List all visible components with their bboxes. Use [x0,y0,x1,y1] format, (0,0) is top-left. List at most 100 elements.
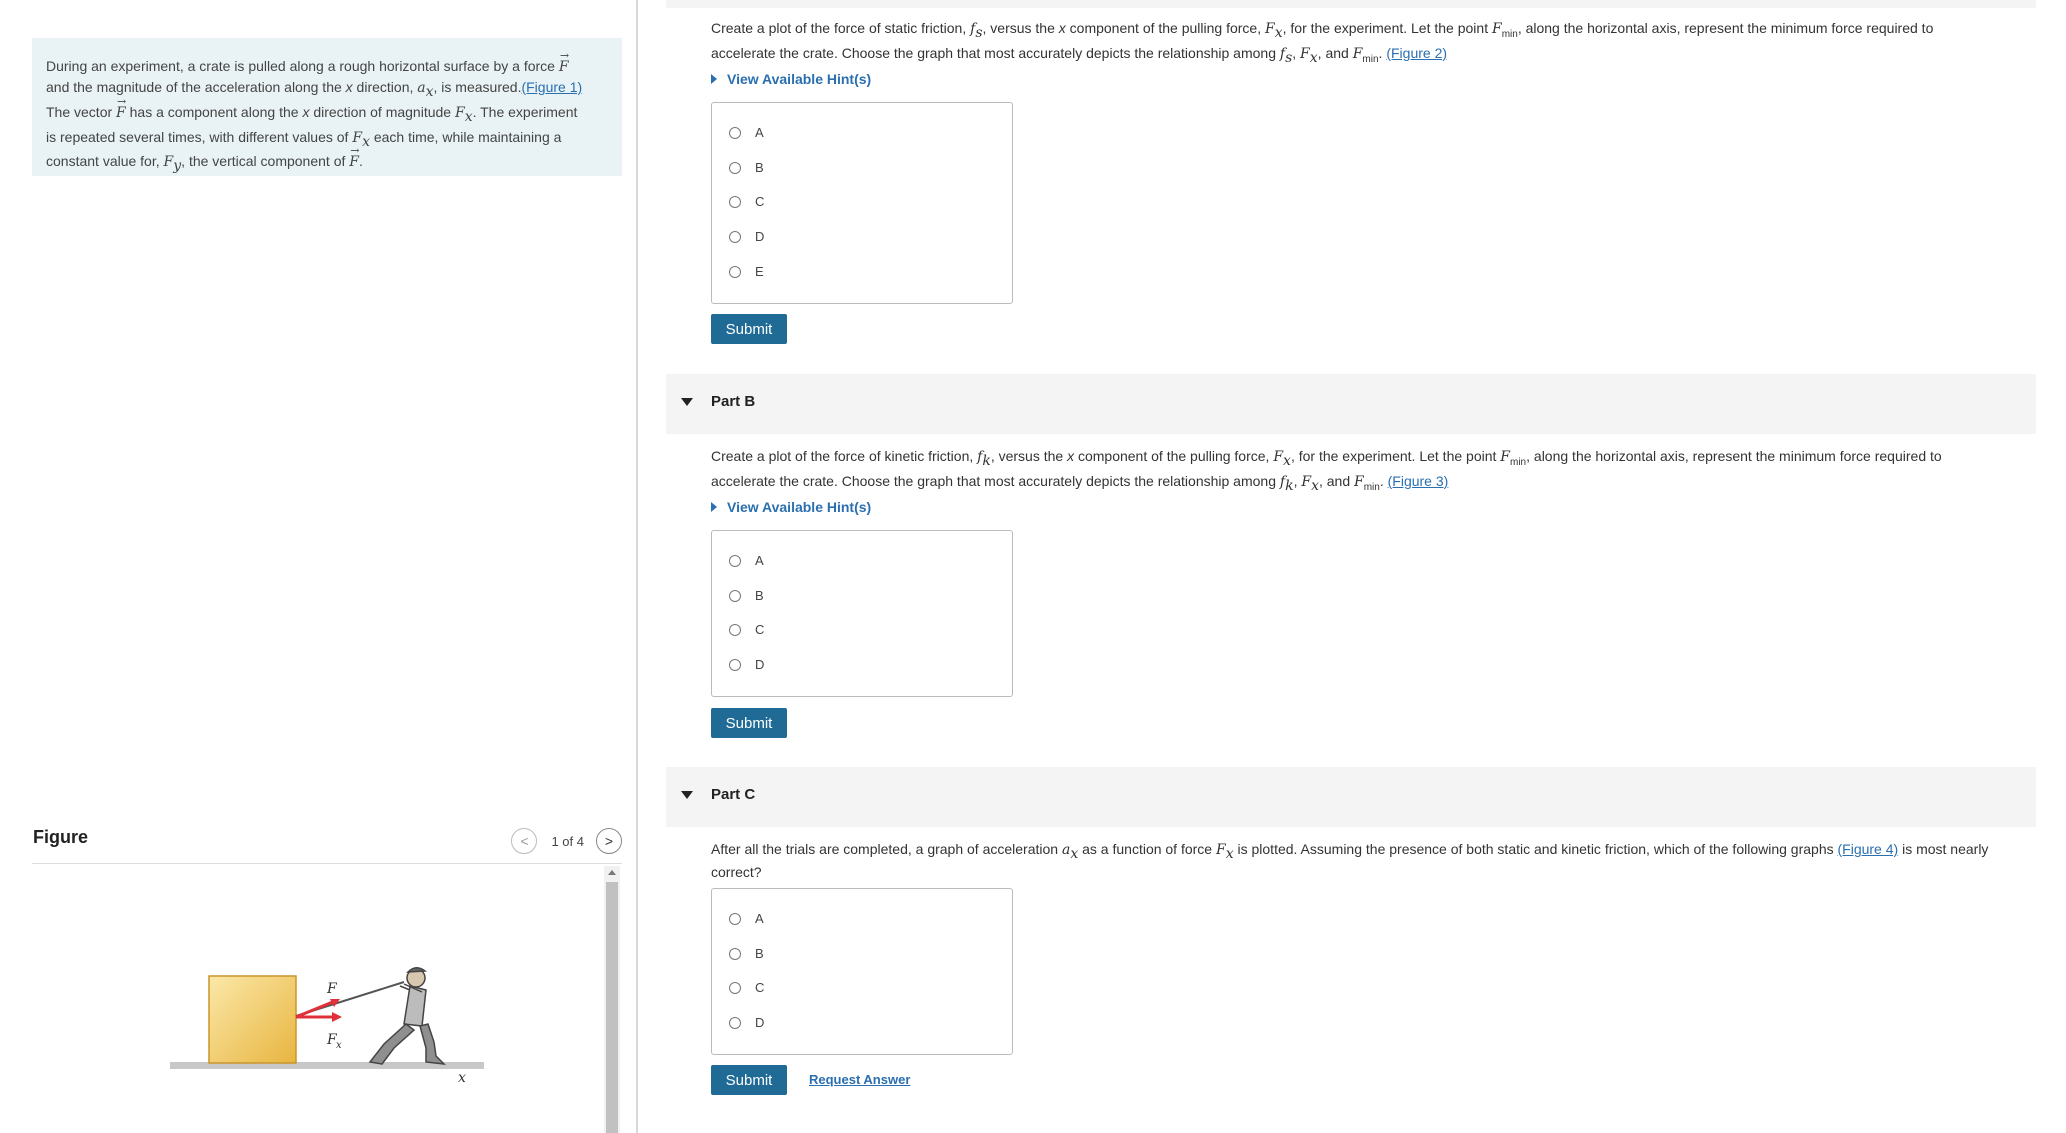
part-c-question: After all the trials are completed, a gr… [711,840,2031,881]
part-b-option-d[interactable]: D [729,657,764,672]
part-c-option-b[interactable]: B [729,946,764,961]
radio-button[interactable] [729,981,741,994]
caret-down-icon[interactable] [681,398,693,406]
part-c-header[interactable]: Part C [666,767,2036,827]
force-arrowhead [332,1012,342,1022]
radio-button[interactable] [729,947,741,960]
request-answer-link[interactable]: Request Answer [809,1072,910,1087]
problem-statement: During an experiment, a crate is pulled … [32,38,622,176]
part-b-header[interactable]: Part B [666,374,2036,434]
question-text: After all the trials are completed, a gr… [711,841,1062,857]
radio-button[interactable] [729,554,741,567]
intro-text: During an experiment, a crate is pulled … [46,58,559,74]
part-b-option-c[interactable]: C [729,622,764,637]
figure-1-link[interactable]: (Figure 1) [521,79,582,95]
part-a-option-b[interactable]: B [729,160,764,175]
part-b-option-a[interactable]: A [729,553,764,568]
math-sub-min: min [1363,481,1380,493]
radio-button[interactable] [729,623,741,636]
figure-title: Figure [33,827,89,847]
questions-pane: Create a plot of the force of static fri… [638,0,2066,1133]
question-text: accelerate the crate. Choose the graph t… [711,472,1280,489]
radio-button[interactable] [729,589,741,602]
radio-button[interactable] [729,195,741,208]
question-text: , versus the [990,448,1068,464]
part-a-option-d[interactable]: D [729,229,764,244]
caret-down-icon[interactable] [681,791,693,799]
option-label: D [755,657,765,672]
math-sub-k: k [1285,477,1294,494]
radio-button[interactable] [729,1016,741,1029]
math-sub-x: x [1311,477,1319,494]
math-F: F [1215,842,1226,858]
figure-4-link[interactable]: (Figure 4) [1838,841,1899,857]
question-text: Create a plot of the force of kinetic fr… [711,448,978,464]
radio-button[interactable] [729,265,741,278]
intro-text: . [358,153,363,170]
part-a-question: Create a plot of the force of static fri… [711,19,2031,69]
radio-button[interactable] [729,658,741,671]
math-sub-x: x [1309,49,1318,66]
part-a-option-e[interactable]: E [729,264,764,279]
intro-line-4: is repeated several times, with differen… [46,127,608,152]
part-b-option-b[interactable]: B [729,588,764,603]
radio-button[interactable] [729,161,741,174]
chevron-right-icon: > [604,833,614,849]
part-c-option-d[interactable]: D [729,1015,764,1030]
option-label: A [755,553,764,568]
part-c-submit-button[interactable]: Submit [711,1065,787,1095]
question-text: correct? [711,863,762,880]
part-c-option-a[interactable]: A [729,911,764,926]
prev-figure-button[interactable]: < [511,828,538,854]
intro-text: direction of magnitude [309,103,455,120]
figure-pager: < 1 of 4 > [511,827,622,855]
question-text: , and [1317,44,1353,61]
radio-button[interactable] [729,912,741,925]
part-c-option-c[interactable]: C [729,980,764,995]
part-a-hints-toggle[interactable]: View Available Hint(s) [711,71,871,87]
part-b-options: A B C D [711,530,1013,697]
next-figure-button[interactable]: > [596,828,622,854]
option-label: B [755,160,764,175]
part-c-title: Part C [711,786,756,803]
math-sub-x: x [464,108,473,125]
question-text: accelerate the crate. Choose the graph t… [711,44,1280,61]
math-sub-x: x [1225,845,1234,862]
question-text: component of the pulling force, [1074,448,1274,464]
figure-scrollbar[interactable] [604,866,620,1133]
option-label: A [755,125,764,140]
part-b-submit-button[interactable]: Submit [711,708,787,738]
intro-text: each time, while maintaining a [369,128,562,145]
radio-button[interactable] [729,230,741,243]
option-label: D [755,229,765,244]
part-a-option-a[interactable]: A [729,125,764,140]
question-text: , along the horizontal axis, represent t… [1526,448,1942,464]
figure-2-link[interactable]: (Figure 2) [1386,45,1447,61]
math-sub-min: min [1362,53,1379,65]
label-x-axis: x [458,1070,466,1086]
part-a-header-strip [666,0,2036,8]
intro-text: , is measured. [433,79,522,95]
math-F: F [1354,473,1364,490]
scroll-up-icon[interactable] [608,870,616,875]
figure-3-link[interactable]: (Figure 3) [1388,473,1449,489]
radio-button[interactable] [729,126,741,139]
math-a: a [417,80,426,96]
part-a-option-c[interactable]: C [729,194,764,209]
question-text: , for the experiment. Let the point [1282,20,1492,36]
intro-text: is repeated several times, with differen… [46,128,353,145]
math-x: x [345,79,353,95]
question-text: is plotted. Assuming the presence of bot… [1233,841,1838,857]
part-a-submit-button[interactable]: Submit [711,314,787,344]
caret-right-icon [711,502,717,512]
part-b-hints-toggle[interactable]: View Available Hint(s) [711,499,871,515]
math-F: F [1352,45,1363,62]
scrollbar-thumb[interactable] [606,882,618,1133]
problem-intro-pane: During an experiment, a crate is pulled … [0,0,636,1133]
math-F-vector: F [559,46,569,77]
part-b-question: Create a plot of the force of kinetic fr… [711,447,2031,497]
math-F: F [454,104,465,121]
question-text: as a function of force [1078,841,1216,857]
intro-text: has a component along the [125,103,303,120]
figure-page-count: 1 of 4 [551,833,584,849]
